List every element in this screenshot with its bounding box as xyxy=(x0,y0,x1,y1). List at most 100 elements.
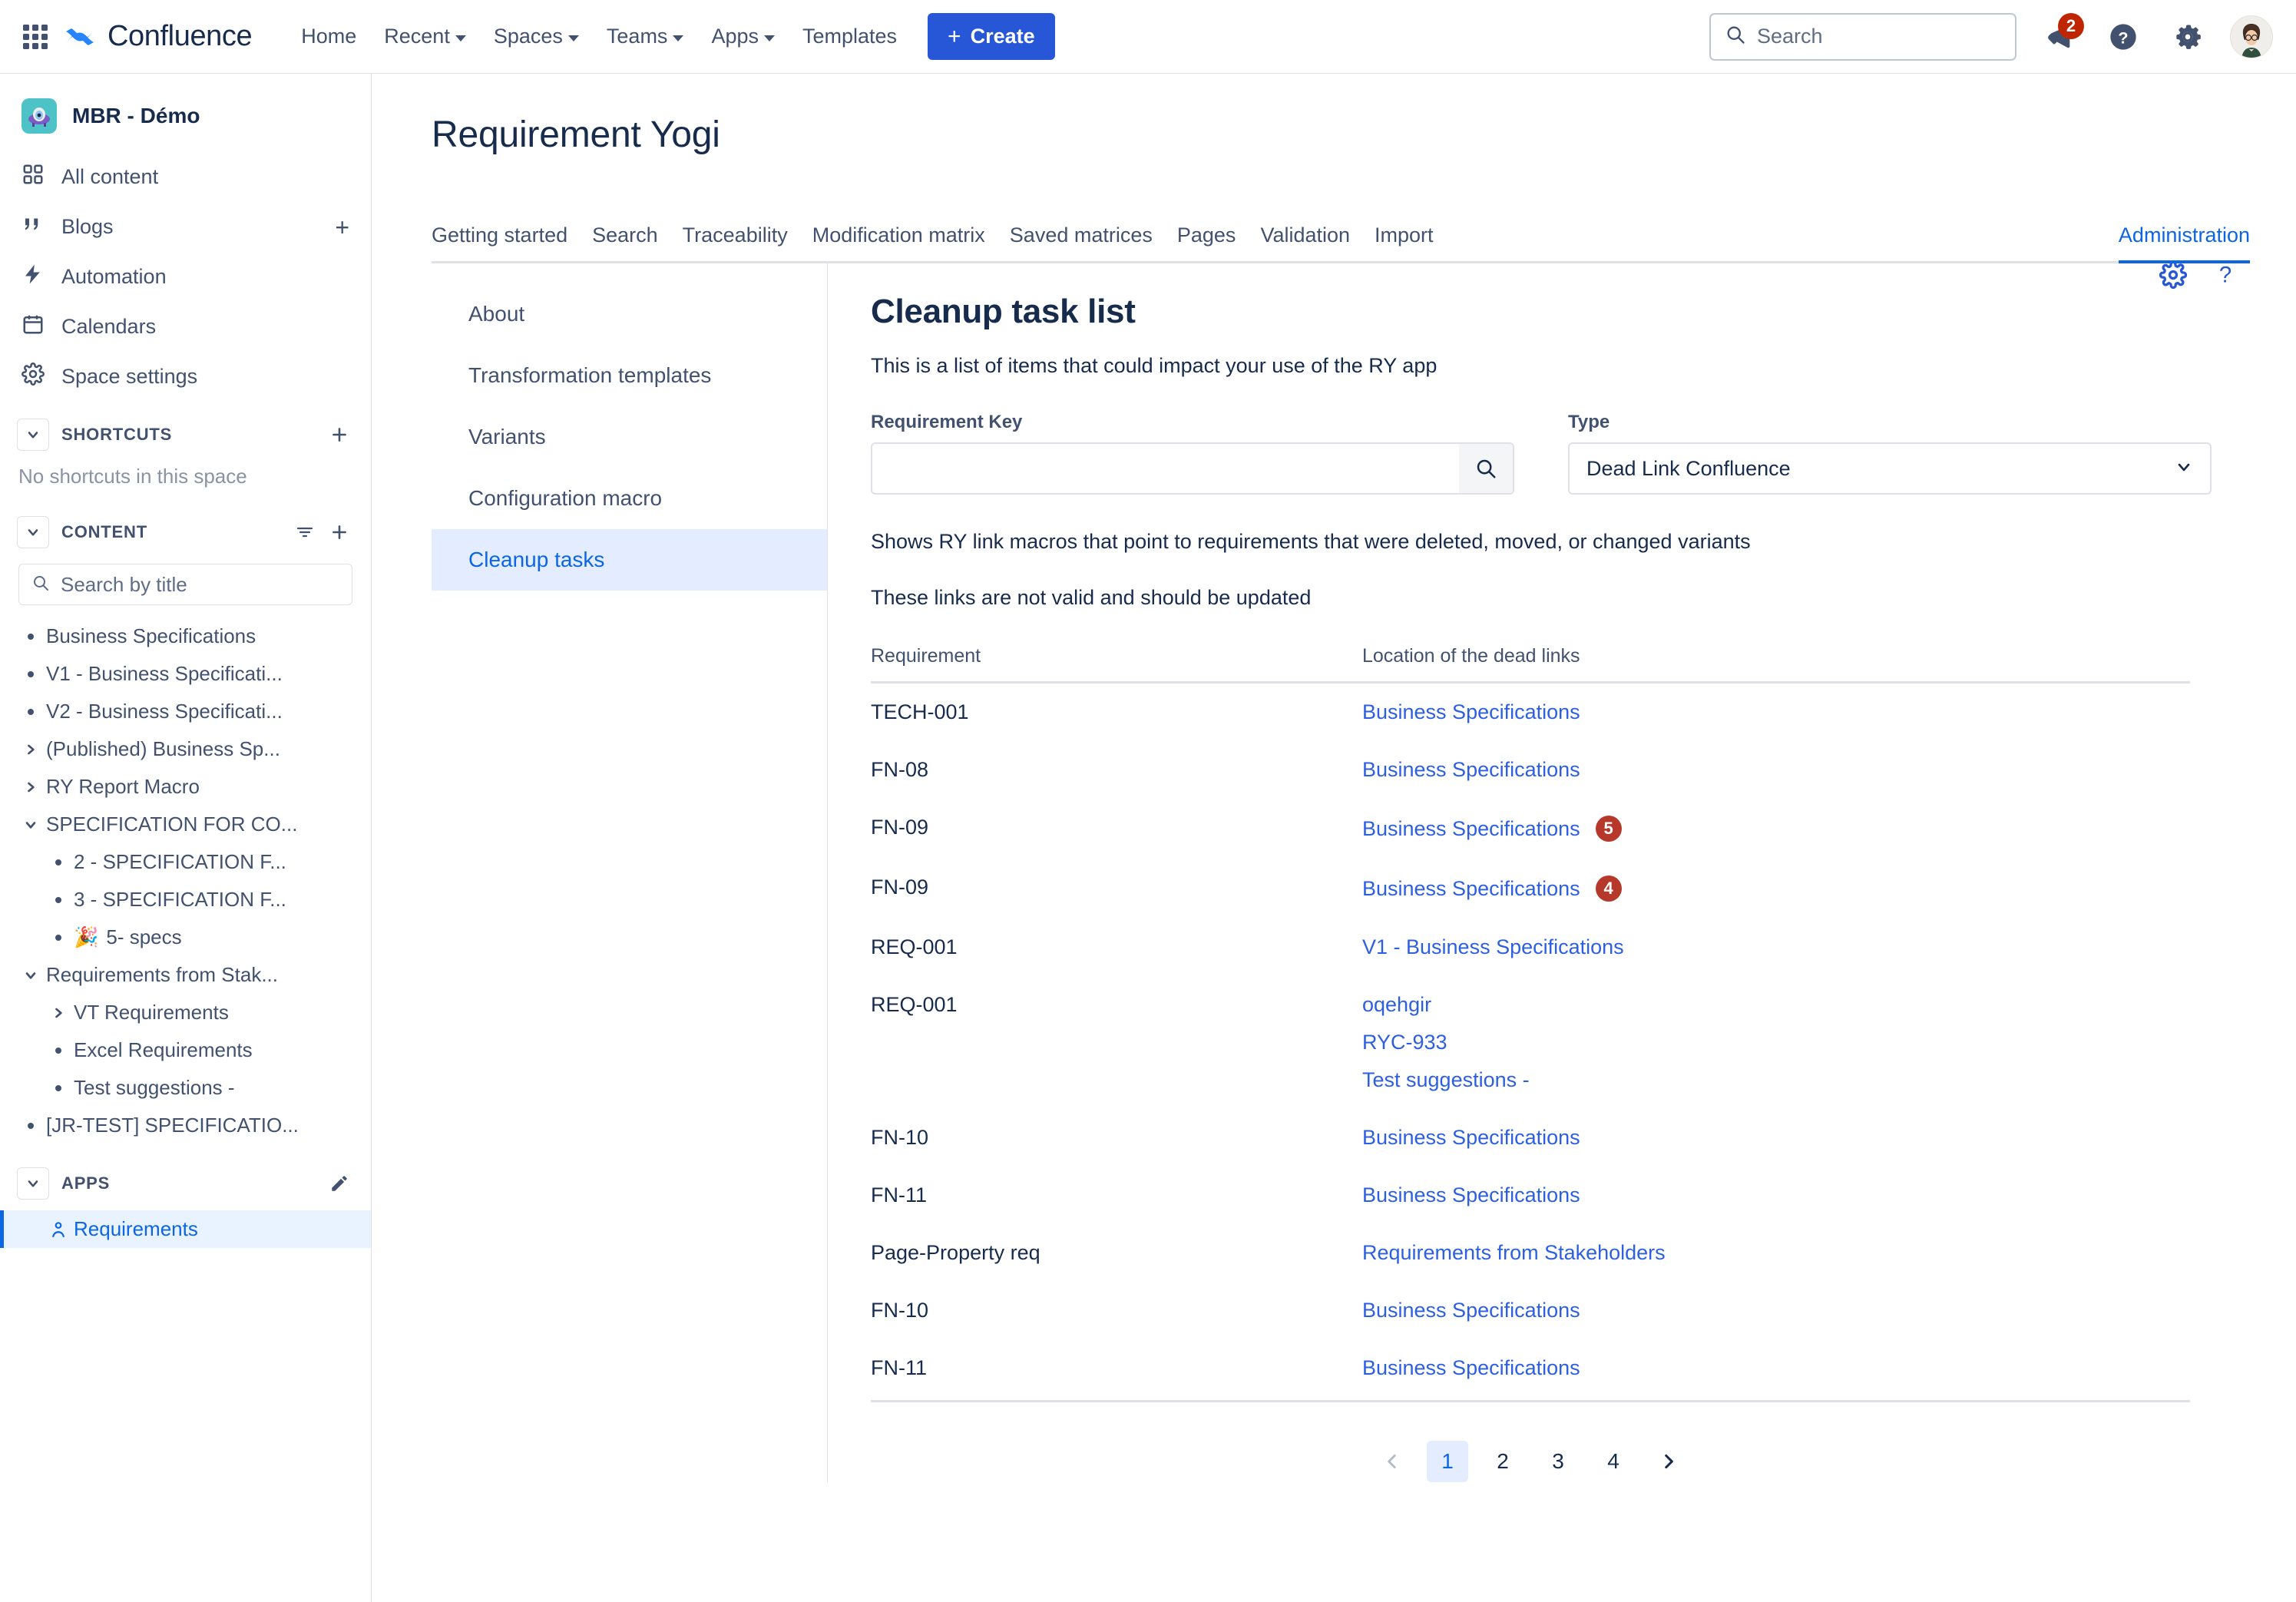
chevron-down-icon[interactable] xyxy=(15,817,46,832)
content-tree-item[interactable]: Test suggestions - xyxy=(0,1069,371,1107)
sidebar-item-calendars[interactable]: Calendars xyxy=(0,302,371,352)
chevron-right-icon[interactable] xyxy=(15,742,46,757)
tab-search[interactable]: Search xyxy=(580,216,670,261)
content-tree-item[interactable]: 🎉5- specs xyxy=(0,919,371,956)
tab-saved-matrices[interactable]: Saved matrices xyxy=(997,216,1165,261)
app-settings-gear-icon[interactable] xyxy=(2159,261,2187,289)
bullet-icon xyxy=(43,1048,74,1054)
tab-import[interactable]: Import xyxy=(1362,216,1446,261)
chevron-right-icon[interactable] xyxy=(15,779,46,795)
filter-icon[interactable] xyxy=(294,523,316,541)
add-shortcut-icon[interactable] xyxy=(329,425,349,445)
space-header[interactable]: MBR - Démo xyxy=(0,74,371,152)
cell-requirement: REQ-001 xyxy=(871,976,1362,1109)
tab-administration[interactable]: Administration xyxy=(2106,216,2250,261)
nav-link-teams[interactable]: Teams xyxy=(593,17,698,56)
nav-link-templates[interactable]: Templates xyxy=(789,17,911,56)
dead-link[interactable]: Business Specifications xyxy=(1362,817,1580,841)
tab-pages[interactable]: Pages xyxy=(1165,216,1249,261)
add-page-icon[interactable] xyxy=(329,522,349,542)
type-select[interactable]: Dead Link Confluence xyxy=(1568,442,2212,495)
shortcuts-collapse-toggle[interactable] xyxy=(17,419,49,451)
cell-locations: Business Specifications4 xyxy=(1362,859,2190,919)
app-switcher-icon[interactable] xyxy=(20,22,51,52)
cell-locations: Business Specifications xyxy=(1362,1109,2190,1167)
content-tree-item[interactable]: (Published) Business Sp... xyxy=(0,730,371,768)
help-question-icon[interactable]: ? xyxy=(2213,261,2238,289)
sidebar-item-requirements[interactable]: Requirements xyxy=(0,1210,371,1248)
cell-locations: Business Specifications xyxy=(1362,1167,2190,1224)
dead-link[interactable]: Business Specifications xyxy=(1362,877,1580,901)
global-search-input[interactable]: Search xyxy=(1709,13,2016,61)
pagination-prev-button[interactable] xyxy=(1371,1441,1413,1482)
nav-link-spaces[interactable]: Spaces xyxy=(480,17,593,56)
dead-link[interactable]: Requirements from Stakeholders xyxy=(1362,1241,1666,1265)
dead-link[interactable]: oqehgir xyxy=(1362,993,1431,1017)
chevron-down-icon[interactable] xyxy=(15,968,46,983)
gear-icon xyxy=(22,362,45,391)
tab-modification-matrix[interactable]: Modification matrix xyxy=(800,216,997,261)
content-tree-item[interactable]: Excel Requirements xyxy=(0,1031,371,1069)
dead-link[interactable]: Business Specifications xyxy=(1362,1299,1580,1322)
requirement-key-search-button[interactable] xyxy=(1459,444,1513,493)
content-tree-item[interactable]: RY Report Macro xyxy=(0,768,371,806)
sidebar-item-automation[interactable]: Automation xyxy=(0,252,371,302)
settings-button[interactable] xyxy=(2165,15,2210,59)
content-tree-item[interactable]: SPECIFICATION FOR CO... xyxy=(0,806,371,843)
sidebar-item-all-content[interactable]: All content xyxy=(0,152,371,202)
dead-link[interactable]: Business Specifications xyxy=(1362,700,1580,724)
content-tree-item[interactable]: 2 - SPECIFICATION F... xyxy=(0,843,371,881)
dead-link[interactable]: Business Specifications xyxy=(1362,1356,1580,1380)
content-tree-item[interactable]: [JR-TEST] SPECIFICATIO... xyxy=(0,1107,371,1144)
user-avatar[interactable] xyxy=(2230,15,2273,58)
pagination-next-button[interactable] xyxy=(1648,1441,1689,1482)
filter-row: Requirement Key Typ xyxy=(871,412,2250,495)
table-row: REQ-001oqehgir RYC-933 Test suggestions - xyxy=(871,976,2190,1109)
content-tree-item[interactable]: V2 - Business Specificati... xyxy=(0,693,371,730)
dead-link[interactable]: Business Specifications xyxy=(1362,758,1580,782)
dead-link[interactable]: RYC-933 xyxy=(1362,1031,1447,1054)
add-blog-icon[interactable]: + xyxy=(335,215,349,240)
nav-link-recent[interactable]: Recent xyxy=(370,17,480,56)
shortcuts-empty-message: No shortcuts in this space xyxy=(0,462,371,499)
edit-pencil-icon[interactable] xyxy=(329,1173,349,1193)
dead-link[interactable]: Test suggestions - xyxy=(1362,1068,1530,1092)
content-tree-search-input[interactable]: Search by title xyxy=(18,564,352,605)
pagination-page-3[interactable]: 3 xyxy=(1537,1441,1579,1482)
nav-link-apps[interactable]: Apps xyxy=(697,17,789,56)
content-tree-item[interactable]: Requirements from Stak... xyxy=(0,956,371,994)
content-tree-item[interactable]: VT Requirements xyxy=(0,994,371,1031)
svg-text:?: ? xyxy=(2118,28,2128,47)
dead-link[interactable]: V1 - Business Specifications xyxy=(1362,935,1624,959)
tab-validation[interactable]: Validation xyxy=(1248,216,1362,261)
content-tree-item[interactable]: Business Specifications xyxy=(0,617,371,655)
subnav-item-cleanup-tasks[interactable]: Cleanup tasks xyxy=(432,529,827,591)
sidebar-item-blogs[interactable]: Blogs + xyxy=(0,202,371,252)
pagination-page-2[interactable]: 2 xyxy=(1482,1441,1523,1482)
tab-getting-started[interactable]: Getting started xyxy=(432,216,580,261)
subnav-item-configuration-macro[interactable]: Configuration macro xyxy=(432,468,827,529)
pagination-page-1[interactable]: 1 xyxy=(1427,1441,1468,1482)
subnav-item-variants[interactable]: Variants xyxy=(432,406,827,468)
chevron-right-icon[interactable] xyxy=(43,1005,74,1021)
confluence-home-link[interactable]: Confluence xyxy=(63,20,252,54)
sidebar-item-space-settings[interactable]: Space settings xyxy=(0,352,371,402)
chevron-down-icon xyxy=(764,35,775,41)
subnav-item-about[interactable]: About xyxy=(432,283,827,345)
dead-link[interactable]: Business Specifications xyxy=(1362,1183,1580,1207)
help-button[interactable]: ? xyxy=(2101,15,2145,59)
content-tree-item-label: [JR-TEST] SPECIFICATIO... xyxy=(46,1114,299,1137)
apps-collapse-toggle[interactable] xyxy=(17,1167,49,1200)
requirement-key-input-wrapper[interactable] xyxy=(871,442,1514,495)
content-tree-item[interactable]: V1 - Business Specificati... xyxy=(0,655,371,693)
pagination-page-4[interactable]: 4 xyxy=(1593,1441,1634,1482)
content-collapse-toggle[interactable] xyxy=(17,516,49,548)
subnav-item-transformation-templates[interactable]: Transformation templates xyxy=(432,345,827,406)
notifications-button[interactable]: 2 xyxy=(2036,15,2081,59)
create-button[interactable]: + Create xyxy=(928,13,1055,60)
requirement-key-input[interactable] xyxy=(872,444,1459,493)
nav-link-home[interactable]: Home xyxy=(287,17,370,56)
content-tree-item[interactable]: 3 - SPECIFICATION F... xyxy=(0,881,371,919)
dead-link[interactable]: Business Specifications xyxy=(1362,1126,1580,1150)
tab-traceability[interactable]: Traceability xyxy=(670,216,800,261)
